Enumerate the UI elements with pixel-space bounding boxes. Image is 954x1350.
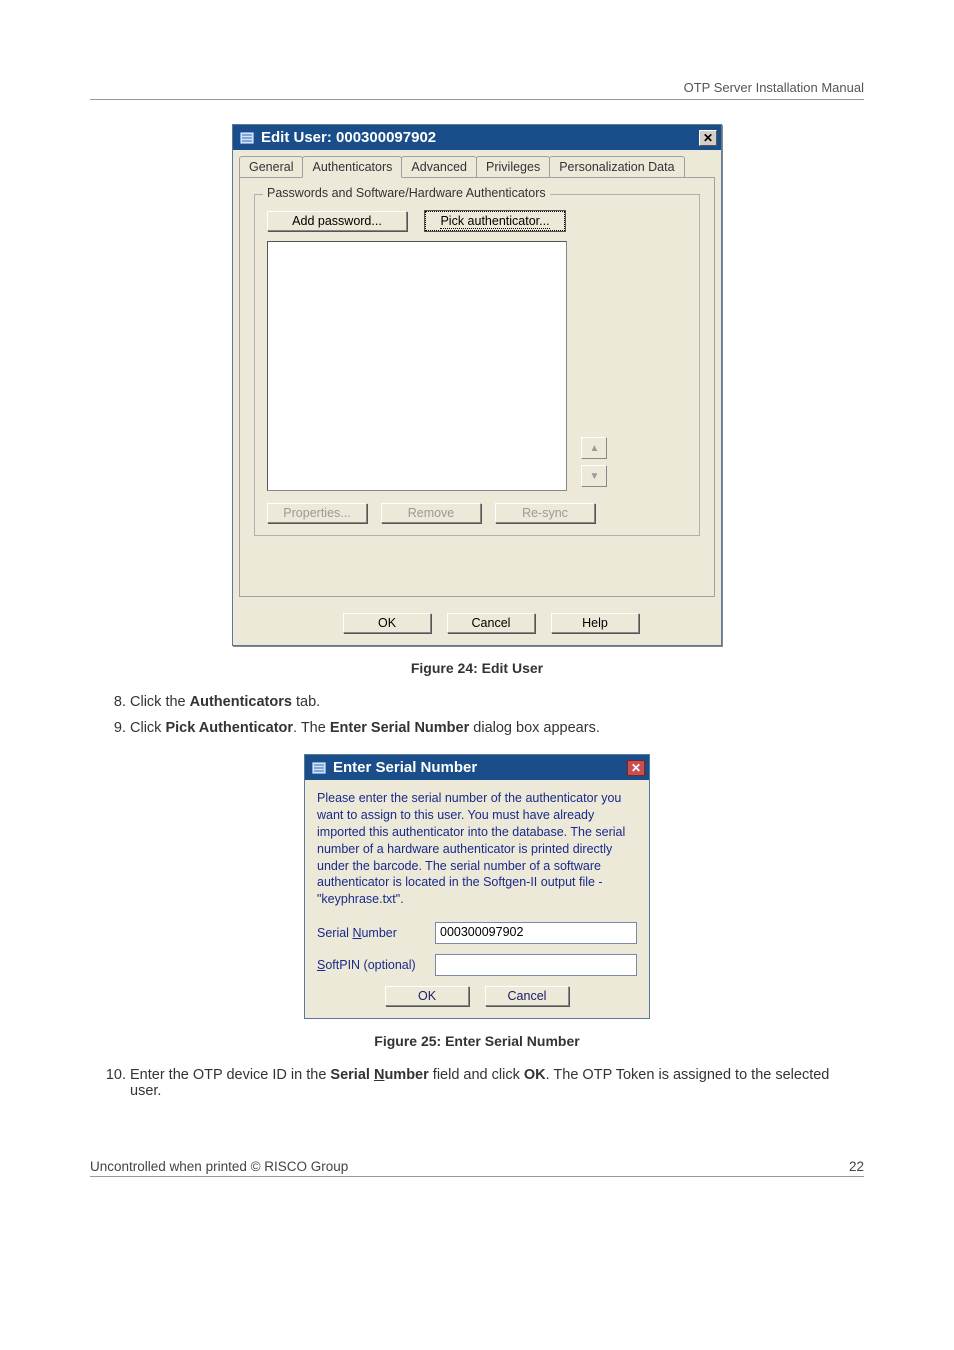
step-10: Enter the OTP device ID in the Serial Nu… [130,1067,864,1099]
cancel-button[interactable]: Cancel [485,986,569,1006]
tab-body: Passwords and Software/Hardware Authenti… [239,177,715,597]
group-label: Passwords and Software/Hardware Authenti… [263,186,550,200]
figure-24-caption: Figure 24: Edit User [90,660,864,676]
cancel-button[interactable]: Cancel [447,613,535,633]
app-icon [311,760,327,776]
serial-number-input[interactable]: 000300097902 [435,922,637,944]
footer-left: Uncontrolled when printed © RISCO Group [90,1159,348,1174]
page-footer: Uncontrolled when printed © RISCO Group … [90,1159,864,1177]
figure-25-caption: Figure 25: Enter Serial Number [90,1033,864,1049]
serial-number-label: Serial Number [317,926,435,940]
close-icon[interactable]: ✕ [699,130,717,146]
step-9: Click Pick Authenticator. The Enter Seri… [130,720,864,736]
step-8: Click the Authenticators tab. [130,694,864,710]
edit-user-dialog: Edit User: 000300097902 ✕ General Authen… [232,124,722,646]
add-password-button[interactable]: Add password... [267,211,407,231]
close-icon[interactable]: ✕ [627,760,645,776]
dialog1-title: Edit User: 000300097902 [261,129,436,146]
properties-button[interactable]: Properties... [267,503,367,523]
header-title: OTP Server Installation Manual [684,80,864,95]
resync-button[interactable]: Re-sync [495,503,595,523]
tab-general[interactable]: General [239,156,303,177]
authenticator-list[interactable] [267,241,567,491]
pick-authenticator-button[interactable]: Pick authenticator... [425,211,565,231]
tab-privileges[interactable]: Privileges [476,156,550,177]
help-button[interactable]: Help [551,613,639,633]
tab-advanced[interactable]: Advanced [401,156,477,177]
ok-button[interactable]: OK [385,986,469,1006]
triangle-down-icon: ▼ [590,471,600,482]
triangle-up-icon: ▲ [590,443,600,454]
titlebar-2: Enter Serial Number ✕ [305,755,649,780]
page-header: OTP Server Installation Manual [90,80,864,100]
dialog2-title: Enter Serial Number [333,759,477,776]
softpin-input[interactable] [435,954,637,976]
move-up-button[interactable]: ▲ [581,437,607,459]
ok-button[interactable]: OK [343,613,431,633]
remove-button[interactable]: Remove [381,503,481,523]
tab-row: General Authenticators Advanced Privileg… [233,150,721,177]
dialog2-instructions: Please enter the serial number of the au… [317,790,637,908]
app-icon [239,130,255,146]
enter-serial-number-dialog: Enter Serial Number ✕ Please enter the s… [304,754,650,1019]
step-list-2: Enter the OTP device ID in the Serial Nu… [90,1067,864,1099]
move-down-button[interactable]: ▼ [581,465,607,487]
tab-personalization-data[interactable]: Personalization Data [549,156,684,177]
tab-authenticators[interactable]: Authenticators [302,156,402,178]
step-list: Click the Authenticators tab. Click Pick… [90,694,864,736]
authenticators-group: Passwords and Software/Hardware Authenti… [254,194,700,536]
footer-page-number: 22 [849,1159,864,1174]
softpin-label: SoftPIN (optional) [317,958,435,972]
titlebar: Edit User: 000300097902 ✕ [233,125,721,150]
